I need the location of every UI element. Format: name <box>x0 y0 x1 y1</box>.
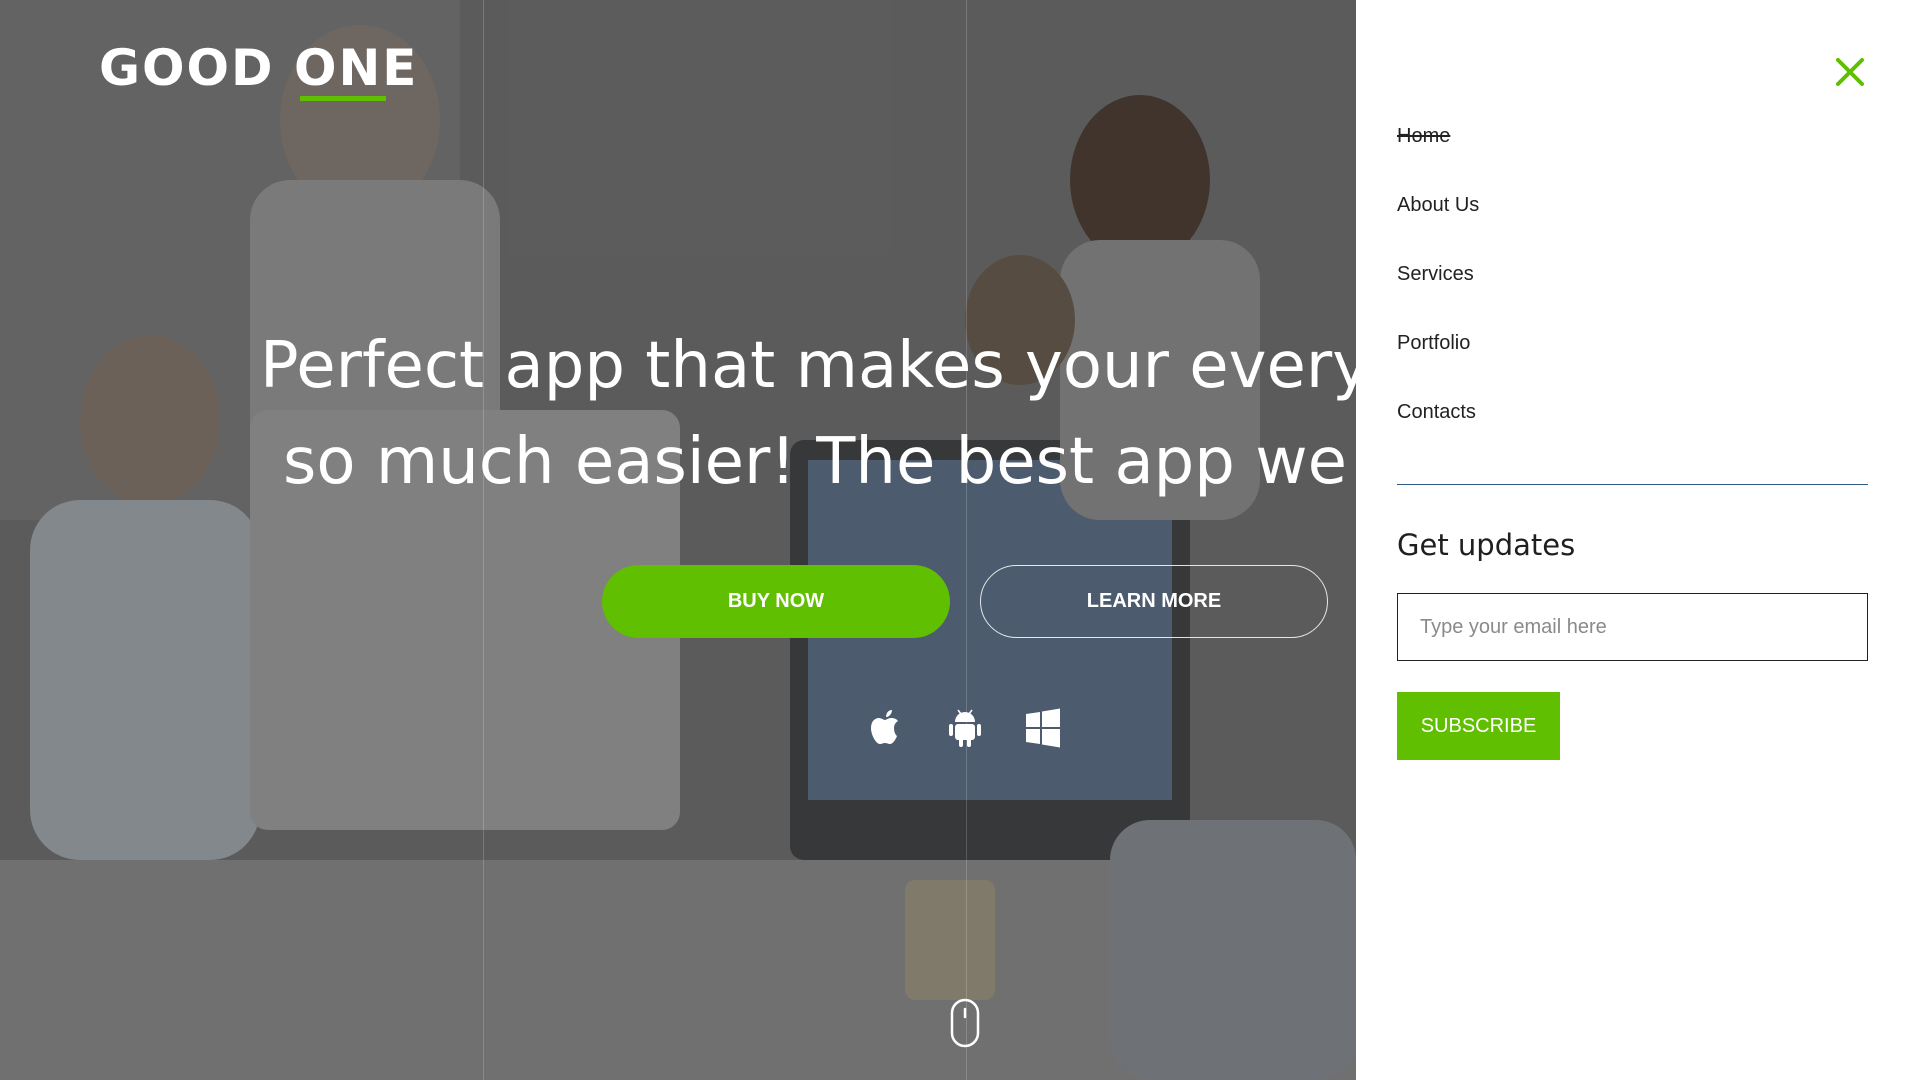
close-icon[interactable] <box>1833 55 1867 89</box>
platform-icons <box>868 706 1062 748</box>
windows-icon[interactable] <box>1024 706 1062 748</box>
learn-more-button[interactable]: LEARN MORE <box>980 565 1328 638</box>
headline-line-1: Perfect app that makes your every <box>259 329 1356 403</box>
menu-item-portfolio[interactable]: Portfolio <box>1397 325 1479 394</box>
apple-icon[interactable] <box>868 706 906 748</box>
menu-item-contacts[interactable]: Contacts <box>1397 394 1479 463</box>
menu-item-services[interactable]: Services <box>1397 256 1479 325</box>
logo[interactable]: GOOD ONE <box>99 38 418 98</box>
menu-item-about-us[interactable]: About Us <box>1397 187 1479 256</box>
logo-underline <box>300 96 386 101</box>
email-field[interactable] <box>1397 593 1868 661</box>
grid-line <box>966 0 967 1080</box>
headline-line-2: so much easier! The best app we <box>283 425 1347 499</box>
hero-headline: Perfect app that makes your every so muc… <box>0 318 1356 510</box>
get-updates-title: Get updates <box>1397 528 1576 562</box>
side-menu-panel: Home About Us Services Portfolio Contact… <box>1356 0 1920 1080</box>
menu-divider <box>1397 484 1868 485</box>
hero-section: GOOD ONE Perfect app that makes your eve… <box>0 0 1356 1080</box>
mouse-icon[interactable] <box>950 998 980 1048</box>
android-icon[interactable] <box>946 706 984 748</box>
buy-now-button[interactable]: BUY NOW <box>602 565 950 638</box>
menu-item-home[interactable]: Home <box>1397 118 1479 187</box>
background-photo <box>0 0 1356 1080</box>
subscribe-button[interactable]: SUBSCRIBE <box>1397 692 1560 760</box>
grid-line <box>483 0 484 1080</box>
main-menu: Home About Us Services Portfolio Contact… <box>1397 118 1479 463</box>
